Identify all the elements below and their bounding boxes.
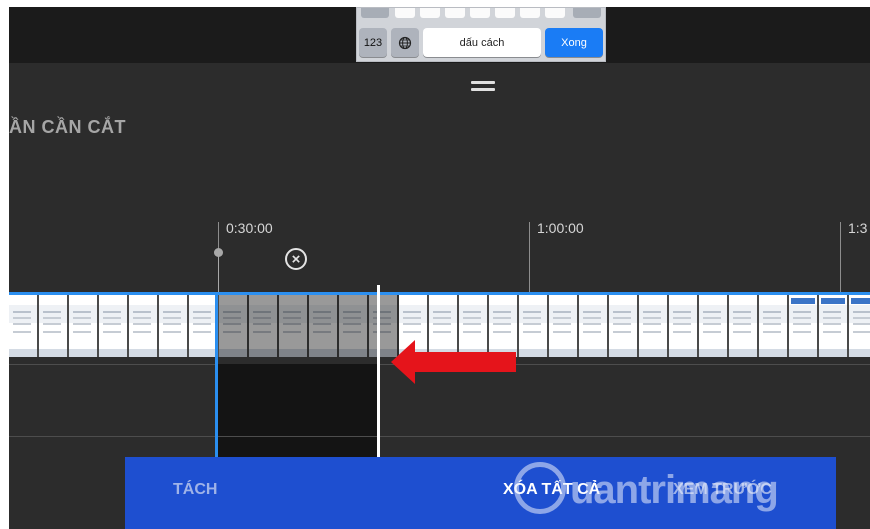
video-frame-thumbnail (219, 295, 249, 357)
video-frame-thumbnail (729, 295, 759, 357)
close-icon: × (291, 250, 301, 268)
video-frame-thumbnail (609, 295, 639, 357)
playhead-handle[interactable] (214, 248, 223, 257)
video-frame-thumbnail (669, 295, 699, 357)
video-frame-thumbnail (579, 295, 609, 357)
timeline-label: 1:3 (848, 220, 868, 236)
video-frame-thumbnail (339, 295, 369, 357)
video-frame-thumbnail (639, 295, 669, 357)
video-frame-thumbnail (519, 295, 549, 357)
timeline-tick (840, 222, 841, 297)
trim-start-handle[interactable] (215, 292, 218, 464)
trim-end-handle[interactable] (377, 285, 380, 464)
watermark: uantrimang (514, 452, 844, 529)
keyboard-top-key[interactable] (495, 8, 515, 18)
keyboard-top-key[interactable] (361, 8, 389, 18)
globe-key[interactable] (391, 28, 419, 57)
video-frame-thumbnail (99, 295, 129, 357)
keyboard-top-key[interactable] (520, 8, 540, 18)
numbers-key[interactable]: 123 (359, 28, 387, 57)
done-key[interactable]: Xong (545, 28, 603, 57)
cut-selection-region[interactable] (218, 364, 379, 464)
timeline-tick (529, 222, 530, 297)
timeline-label: 1:00:00 (537, 220, 584, 236)
video-frame-thumbnail (849, 295, 870, 357)
video-frame-thumbnail (39, 295, 69, 357)
video-frame-thumbnail (129, 295, 159, 357)
video-frame-thumbnail (699, 295, 729, 357)
video-editor-screen: 123 dấu cách Xong ẦN CẦN CẮT 0:30:00 1:0… (9, 7, 870, 529)
video-frame-thumbnail (789, 295, 819, 357)
video-frame-thumbnail (309, 295, 339, 357)
watermark-logo-icon (514, 462, 566, 514)
drag-handle-icon-line (471, 88, 495, 91)
video-frame-thumbnail (279, 295, 309, 357)
globe-icon (398, 36, 412, 49)
playhead-line (218, 252, 219, 297)
video-frame-thumbnail (549, 295, 579, 357)
video-frame-thumbnail (159, 295, 189, 357)
video-frame-thumbnail (819, 295, 849, 357)
keyboard-top-key[interactable] (420, 8, 440, 18)
red-arrow-icon (391, 340, 516, 384)
drag-handle-icon[interactable] (471, 81, 495, 84)
keyboard-top-key[interactable] (395, 8, 415, 18)
remove-segment-button[interactable]: × (285, 248, 307, 270)
keyboard-top-key[interactable] (545, 8, 565, 18)
video-frame-thumbnail (69, 295, 99, 357)
video-frame-thumbnail (9, 295, 39, 357)
space-key[interactable]: dấu cách (423, 28, 541, 57)
keyboard-top-key[interactable] (445, 8, 465, 18)
timeline-label: 0:30:00 (226, 220, 273, 236)
video-frame-thumbnail (759, 295, 789, 357)
keyboard-top-key[interactable] (470, 8, 490, 18)
watermark-text: uantrimang (570, 468, 779, 512)
section-title: ẦN CẦN CẮT (9, 117, 126, 137)
keyboard-top-key[interactable] (573, 8, 601, 18)
on-screen-keyboard: 123 dấu cách Xong (356, 7, 606, 62)
track-divider (9, 436, 870, 437)
video-frame-thumbnail (249, 295, 279, 357)
split-button[interactable]: TÁCH (173, 481, 217, 499)
